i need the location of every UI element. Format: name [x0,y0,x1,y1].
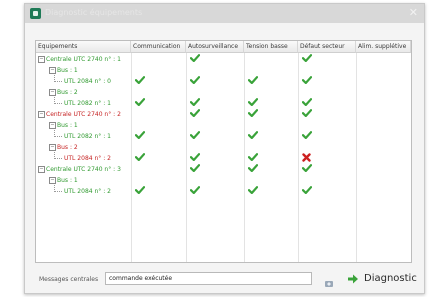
equipment-name: Bus : 1 [57,67,78,74]
tree-collapse-icon[interactable]: − [38,166,45,173]
check-icon [302,109,314,120]
diagnostic-button[interactable]: Diagnostic [343,270,421,288]
tree-collapse-icon[interactable]: − [38,56,45,63]
tree-collapse-icon[interactable]: − [49,67,56,74]
check-icon [248,98,260,109]
table-row[interactable]: UTL 2084 n° : 0 [36,75,411,87]
check-icon [302,54,314,65]
messages-input[interactable] [105,272,312,285]
tree-connector [54,75,62,82]
equipment-name: UTL 2084 n° : 2 [64,188,111,195]
equipment-label[interactable]: UTL 2084 n° : 0 [54,75,111,87]
app-icon [30,8,41,19]
check-icon [248,131,260,142]
check-icon [190,54,202,65]
tree-connector [54,185,62,192]
column-header-5[interactable]: Alim. supplétive [356,41,411,53]
equipment-name: Bus : 2 [57,89,78,96]
tree-connector [54,97,62,104]
tree-collapse-icon[interactable]: − [49,122,56,129]
equipment-label[interactable]: UTL 2084 n° : 2 [54,152,111,164]
table-row[interactable]: UTL 2084 n° : 2 [36,185,411,197]
check-icon [248,109,260,120]
column-header-2[interactable]: Autosurveillance [186,41,244,53]
check-icon [190,98,202,109]
equipment-name: Centrale UTC 2740 n° : 2 [46,111,121,118]
tree-collapse-icon[interactable]: − [49,89,56,96]
check-icon [248,76,260,87]
check-icon [135,98,147,109]
refresh-icon[interactable] [324,274,334,287]
equipment-label[interactable]: − Centrale UTC 2740 n° : 2 [38,109,121,120]
check-icon [190,186,202,197]
equipment-name: Bus : 2 [57,144,78,151]
check-icon [190,131,202,142]
table-row[interactable]: UTL 2082 n° : 1 [36,130,411,142]
check-icon [302,131,314,142]
equipment-label[interactable]: − Centrale UTC 2740 n° : 3 [38,164,121,175]
green-arrow-right-icon [348,274,358,284]
equipment-label[interactable]: UTL 2082 n° : 1 [54,130,111,142]
tree-collapse-icon[interactable]: − [49,177,56,184]
tree-connector [54,130,62,137]
cross-icon [302,153,314,164]
check-icon [135,76,147,87]
table-row[interactable]: − Bus : 2 [36,87,411,98]
column-header-0[interactable]: Equipements [36,41,131,53]
check-icon [190,76,202,87]
column-header-1[interactable]: Communication [131,41,186,53]
check-icon [135,186,147,197]
column-header-3[interactable]: Tension basse [244,41,298,53]
check-icon [302,98,314,109]
check-icon [248,186,260,197]
check-icon [135,153,147,164]
check-icon [248,153,260,164]
check-icon [248,164,260,175]
check-icon [302,164,314,175]
check-icon [190,109,202,120]
equipment-name: UTL 2084 n° : 0 [64,78,111,85]
title-bar[interactable]: Diagnostic équipements ✕ [25,4,424,23]
equipment-name: UTL 2082 n° : 1 [64,100,111,107]
table-row[interactable]: − Centrale UTC 2740 n° : 1 [36,54,411,65]
table-row[interactable]: UTL 2082 n° : 1 [36,97,411,109]
equipment-grid[interactable]: Equipements Communication Autosurveillance… [35,40,412,263]
check-icon [302,186,314,197]
equipment-name: UTL 2082 n° : 1 [64,133,111,140]
check-icon [302,76,314,87]
tree-connector [54,152,62,159]
equipment-name: Centrale UTC 2740 n° : 3 [46,166,121,173]
tree-collapse-icon[interactable]: − [49,144,56,151]
messages-label: Messages centrales [39,276,99,283]
tree-collapse-icon[interactable]: − [38,111,45,118]
check-icon [190,164,202,175]
table-row[interactable]: − Centrale UTC 2740 n° : 2 [36,109,411,120]
table-row[interactable]: − Centrale UTC 2740 n° : 3 [36,164,411,175]
check-icon [135,131,147,142]
table-row[interactable]: − Bus : 1 [36,175,411,186]
equipment-label[interactable]: − Centrale UTC 2740 n° : 1 [38,54,121,65]
table-row[interactable]: UTL 2084 n° : 2 [36,152,411,164]
column-header-4[interactable]: Défaut secteur [298,41,356,53]
table-row[interactable]: − Bus : 1 [36,65,411,76]
check-icon [190,153,202,164]
table-row[interactable]: − Bus : 1 [36,120,411,131]
diagnostic-window: Diagnostic équipements ✕ Equipements Comm… [24,3,425,294]
equipment-label[interactable]: UTL 2082 n° : 1 [54,97,111,109]
window-title: Diagnostic équipements [45,8,143,17]
table-row[interactable]: − Bus : 2 [36,142,411,153]
equipment-name: Bus : 1 [57,177,78,184]
equipment-name: Centrale UTC 2740 n° : 1 [46,56,121,63]
equipment-label[interactable]: UTL 2084 n° : 2 [54,185,111,197]
equipment-name: UTL 2084 n° : 2 [64,155,111,162]
equipment-name: Bus : 1 [57,122,78,129]
close-button[interactable]: ✕ [409,7,418,19]
diagnostic-label: Diagnostic [364,273,417,284]
